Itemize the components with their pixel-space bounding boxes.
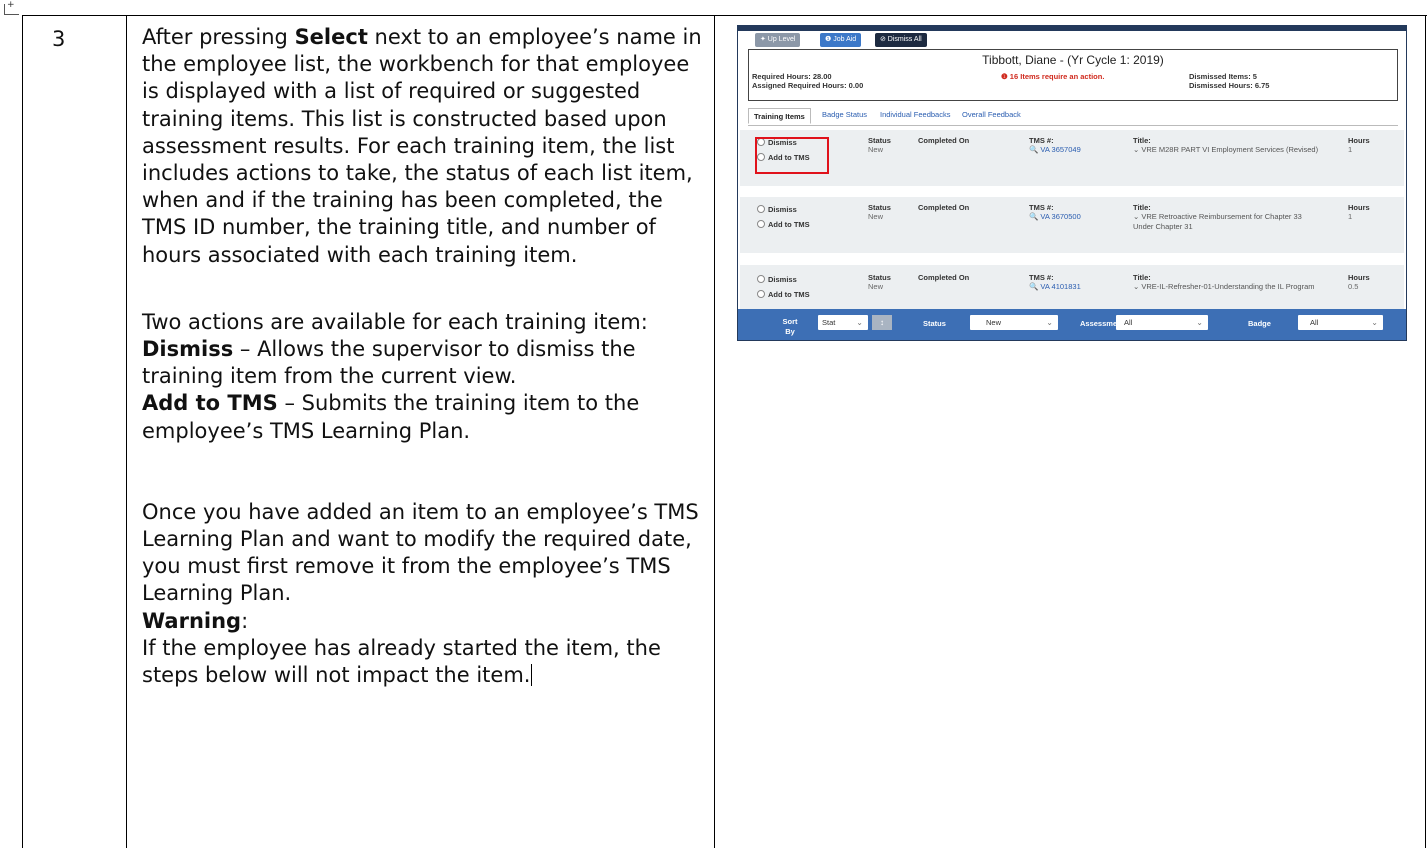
status-value: New	[868, 145, 884, 154]
badge-filter-label: Badge	[1248, 319, 1271, 328]
workbench-tabs: Training Items Badge Status Individual F…	[748, 108, 1398, 126]
step-number: 3	[52, 27, 66, 51]
dismiss-radio[interactable]: Dismiss	[757, 275, 797, 284]
action-warning: ❶ 16 Items require an action.	[1001, 72, 1105, 81]
training-item-row: Dismiss Add to TMS Status New Completed …	[740, 265, 1404, 309]
status-value: New	[868, 282, 884, 291]
sort-select[interactable]: Stat ⌄	[818, 315, 868, 330]
required-hours: Required Hours: 28.00	[752, 72, 832, 81]
radio-icon	[757, 290, 765, 298]
hours-value: 0.5	[1348, 282, 1359, 291]
title-label: Title:	[1133, 203, 1151, 212]
assessment-filter-select[interactable]: All ⌄	[1116, 315, 1208, 330]
add-to-tms-radio[interactable]: Add to TMS	[757, 290, 810, 299]
title-label: Title:	[1133, 136, 1151, 145]
title-label: Title:	[1133, 273, 1151, 282]
chevron-down-icon: ⌄	[856, 318, 863, 327]
tab-overall-feedback[interactable]: Overall Feedback	[962, 110, 1021, 119]
up-level-button[interactable]: ✦ Up Level	[755, 33, 801, 47]
table-divider-1	[126, 15, 127, 848]
status-value: New	[868, 212, 884, 221]
screenshot-top-bar	[738, 26, 1406, 31]
instruction-text: After pressing Select next to an employe…	[142, 24, 707, 689]
warning-heading: Warning:	[142, 608, 249, 633]
add-to-tms-radio[interactable]: Add to TMS	[757, 220, 810, 229]
tms-link[interactable]: 🔍 VA 3670500	[1029, 212, 1081, 221]
dismiss-all-button[interactable]: ⊘ Dismiss All	[875, 33, 927, 47]
tab-badge-status[interactable]: Badge Status	[822, 110, 867, 119]
text-caret	[531, 664, 533, 687]
dismissed-items: Dismissed Items: 5	[1189, 72, 1257, 81]
sort-direction-button[interactable]: ↕	[872, 315, 892, 330]
tab-individual-feedbacks[interactable]: Individual Feedbacks	[880, 110, 950, 119]
table-anchor-icon[interactable]: +	[4, 0, 19, 15]
radio-icon	[757, 220, 765, 228]
radio-icon	[757, 275, 765, 283]
assigned-hours: Assigned Required Hours: 0.00	[752, 81, 864, 90]
hours-label: Hours	[1348, 203, 1370, 212]
training-title[interactable]: ⌄ VRE Retroactive Reimbursement for Chap…	[1133, 212, 1323, 232]
job-aid-button[interactable]: ❶ Job Aid	[820, 33, 862, 47]
tms-link[interactable]: 🔍 VA 4101831	[1029, 282, 1081, 291]
badge-filter-select[interactable]: All ⌄	[1298, 315, 1383, 330]
tms-link[interactable]: 🔍 VA 3657049	[1029, 145, 1081, 154]
assessment-filter-label: Assessment	[1080, 319, 1116, 328]
chevron-down-icon: ⌄	[1046, 318, 1053, 327]
employee-header: Tibbott, Diane - (Yr Cycle 1: 2019) Requ…	[748, 49, 1398, 101]
workbench-screenshot: ✦ Up Level ❶ Job Aid ⊘ Dismiss All Tibbo…	[737, 25, 1407, 341]
chevron-down-icon: ⌄	[1196, 318, 1203, 327]
training-title[interactable]: ⌄ VRE-IL-Refresher-01-Understanding the …	[1133, 282, 1323, 292]
status-filter-label: Status	[923, 319, 946, 328]
hours-label: Hours	[1348, 136, 1370, 145]
table-border-top	[22, 15, 1427, 16]
sort-by-label: Sort By	[782, 317, 798, 336]
table-divider-2	[714, 15, 715, 848]
training-item-row: Dismiss Add to TMS Status New Completed …	[740, 197, 1404, 253]
filter-bar: Sort By Stat⌄ ↕ Status New⌄ Assessment A…	[738, 309, 1406, 340]
paragraph-workbench: After pressing Select next to an employe…	[142, 25, 702, 267]
hours-label: Hours	[1348, 273, 1370, 282]
paragraph-modify: Once you have added an item to an employ…	[142, 499, 699, 606]
training-title[interactable]: ⌄ VRE M28R PART VI Employment Services (…	[1133, 145, 1323, 155]
status-label: Status	[868, 203, 891, 212]
training-item-row: Dismiss Add to TMS Status New Completed …	[740, 130, 1404, 186]
warning-text: If the employee has already started the …	[142, 635, 661, 688]
status-filter-select[interactable]: New ⌄	[970, 315, 1058, 330]
completed-on-label: Completed On	[918, 203, 970, 212]
radio-icon	[757, 205, 765, 213]
radio-highlight-box	[755, 137, 829, 174]
table-border-right	[1425, 15, 1426, 848]
employee-name: Tibbott, Diane - (Yr Cycle 1: 2019)	[982, 53, 1164, 67]
tab-training-items[interactable]: Training Items	[748, 108, 811, 124]
tms-label: TMS #:	[1029, 203, 1054, 212]
completed-on-label: Completed On	[918, 273, 970, 282]
hours-value: 1	[1348, 145, 1353, 154]
dismissed-hours: Dismissed Hours: 6.75	[1189, 81, 1270, 90]
chevron-down-icon: ⌄	[1371, 318, 1378, 327]
status-label: Status	[868, 136, 891, 145]
paragraph-add-to-tms: Add to TMS – Submits the training item t…	[142, 391, 640, 443]
completed-on-label: Completed On	[918, 136, 970, 145]
hours-value: 1	[1348, 212, 1353, 221]
dismiss-radio[interactable]: Dismiss	[757, 205, 797, 214]
paragraph-dismiss: Dismiss – Allows the supervisor to dismi…	[142, 337, 636, 389]
tms-label: TMS #:	[1029, 136, 1054, 145]
table-border-left	[22, 15, 23, 848]
paragraph-actions: Two actions are available for each train…	[142, 309, 648, 334]
tms-label: TMS #:	[1029, 273, 1054, 282]
status-label: Status	[868, 273, 891, 282]
